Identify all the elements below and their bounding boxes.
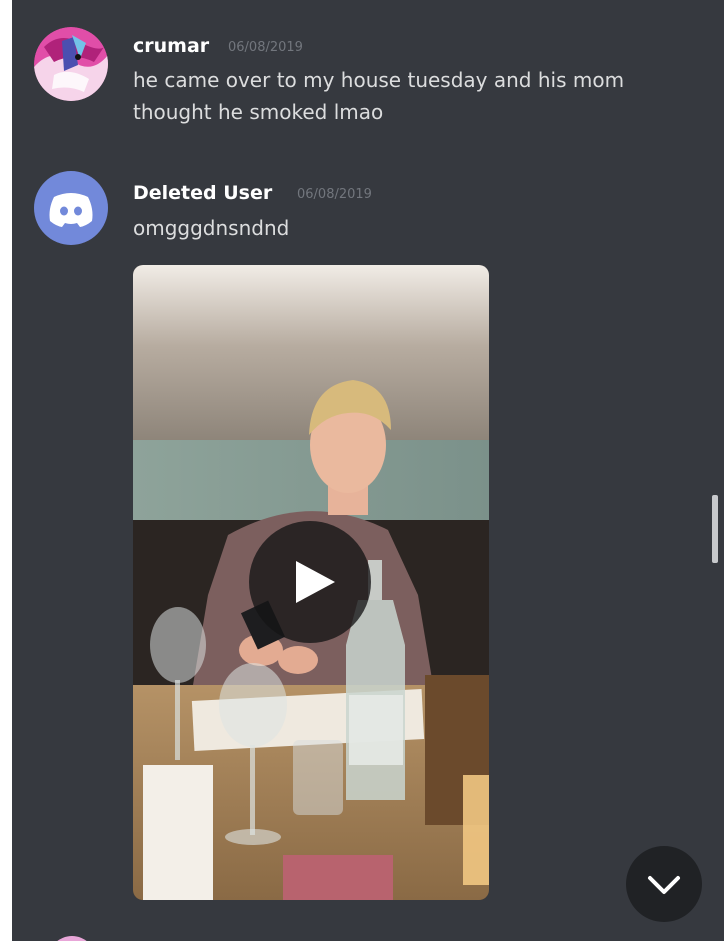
scrollbar-thumb[interactable] [712, 495, 718, 563]
chevron-down-icon [648, 876, 680, 894]
discord-logo-icon [49, 193, 93, 227]
window-edge [0, 0, 12, 941]
message-line: omgggdnsndnd [133, 216, 290, 240]
message-author[interactable]: Deleted User [133, 182, 272, 204]
play-icon [296, 561, 335, 603]
next-message-avatar[interactable] [48, 936, 96, 941]
chat-messages-pane: crumar 06/08/2019 he came over to my hou… [12, 0, 724, 941]
jump-to-bottom-button[interactable] [626, 846, 702, 922]
play-button[interactable] [249, 521, 371, 643]
message-timestamp: 06/08/2019 [297, 187, 372, 202]
message-item: Deleted User 06/08/2019 omgggdnsndnd [12, 0, 724, 920]
user-avatar[interactable] [34, 171, 108, 245]
message-content: omgggdnsndnd [133, 212, 693, 244]
